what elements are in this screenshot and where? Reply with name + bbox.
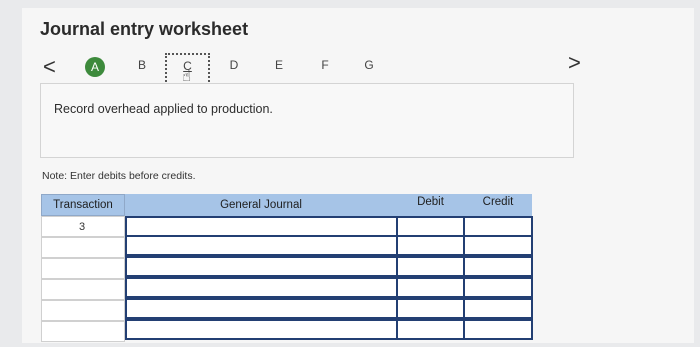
header-debit: Debit [397,194,464,216]
description-text: Record overhead applied to production. [54,102,273,116]
transaction-number: 3 [79,221,86,233]
transaction-cell [41,258,125,279]
debit-input[interactable] [396,277,465,298]
step-tab-e[interactable]: E [269,58,289,72]
credit-input[interactable] [463,277,533,298]
account-input[interactable] [125,235,398,256]
prev-arrow-icon[interactable]: < [43,56,56,78]
account-input[interactable] [125,256,398,277]
note-text: Note: Enter debits before credits. [42,170,196,182]
header-credit: Credit [464,194,532,216]
credit-input[interactable] [463,216,533,237]
step-tab-d[interactable]: D [224,58,244,72]
transaction-cell [41,237,125,258]
debit-input[interactable] [396,256,465,277]
debit-input[interactable] [396,216,465,237]
step-tab-f[interactable]: F [315,58,335,72]
account-input[interactable] [125,319,398,340]
transaction-cell [41,279,125,300]
account-input[interactable] [125,298,398,319]
debit-input[interactable] [396,319,465,340]
step-tab-a[interactable]: A [85,57,105,77]
transaction-cell: 3 [41,216,125,237]
credit-input[interactable] [463,319,533,340]
debit-input[interactable] [396,298,465,319]
account-input[interactable] [125,277,398,298]
account-input[interactable] [125,216,398,237]
credit-input[interactable] [463,256,533,277]
header-general-journal: General Journal [125,194,397,216]
description-box: Record overhead applied to production. [40,83,574,158]
transaction-cell [41,300,125,321]
page-title: Journal entry worksheet [40,19,249,39]
debit-input[interactable] [396,235,465,256]
step-tab-b[interactable]: B [132,58,152,72]
header-transaction: Transaction [41,194,125,216]
next-arrow-icon[interactable]: > [568,52,581,74]
credit-input[interactable] [463,298,533,319]
step-tab-g[interactable]: G [359,58,379,72]
transaction-cell [41,321,125,342]
step-label-a: A [90,60,99,74]
credit-input[interactable] [463,235,533,256]
